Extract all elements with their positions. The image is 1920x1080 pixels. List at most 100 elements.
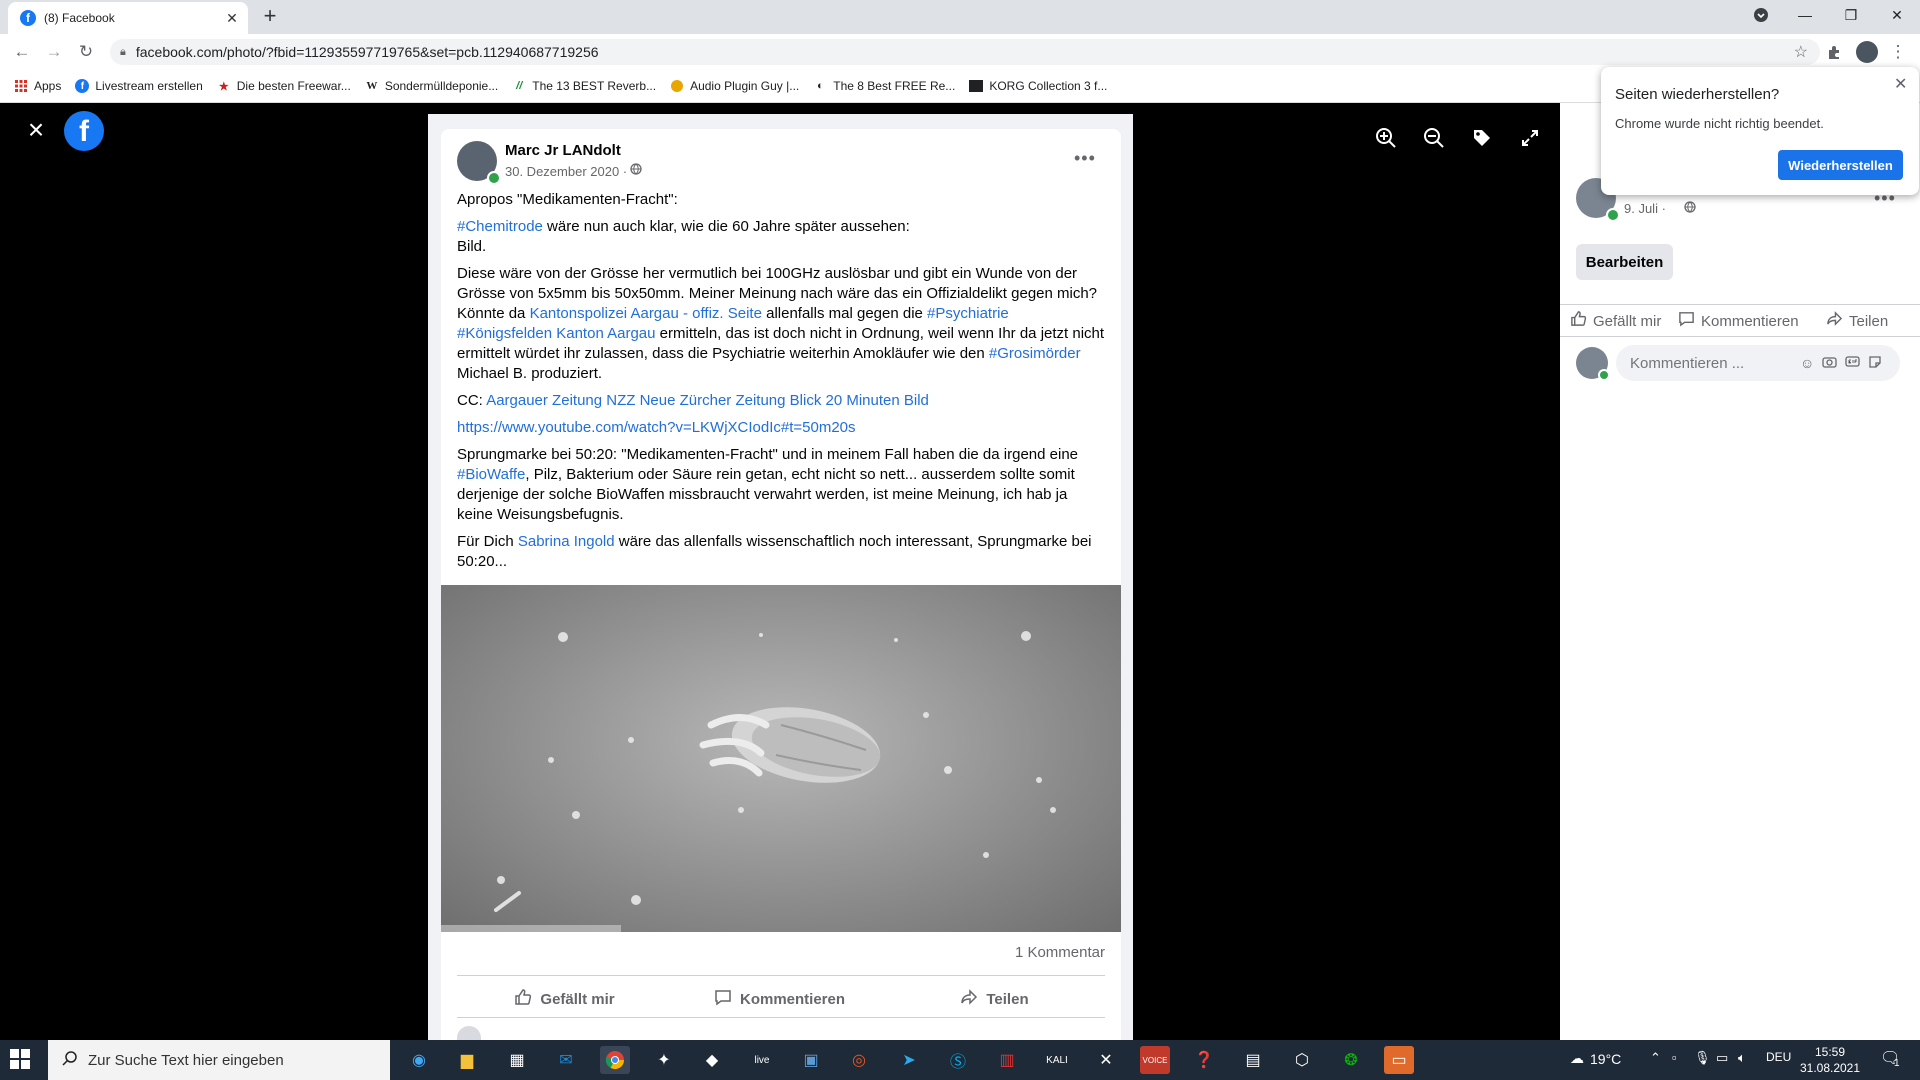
virtualbox-icon[interactable]: ⬡ [1287,1046,1317,1074]
comment-box[interactable]: ☺ [1616,345,1900,381]
bookmark-sondermuell[interactable]: W Sondermülldeponie... [365,79,498,93]
bookmark-freeware[interactable]: ★ Die besten Freewar... [217,79,351,93]
app-window-icon[interactable]: ▣ [796,1046,826,1074]
windows-start-icon[interactable] [10,1049,32,1071]
profile-avatar[interactable] [1856,41,1878,63]
comment-count[interactable]: 1 Kommentar [990,944,1105,961]
gif-icon[interactable] [1845,355,1860,371]
telegram-icon[interactable]: ➤ [894,1046,924,1074]
wechat-icon[interactable]: ❂ [1336,1046,1366,1074]
tray-app-icon[interactable]: ▫ [1672,1050,1677,1065]
side-post-date[interactable]: 9. Juli · [1624,201,1666,216]
bookmark-korg[interactable]: KORG Collection 3 f... [969,79,1107,93]
ubuntu-icon[interactable]: ◎ [844,1046,874,1074]
globe-icon[interactable] [630,163,642,178]
post-date[interactable]: 30. Dezember 2020 · [505,164,627,179]
live-icon[interactable]: live [747,1046,777,1074]
page-link[interactable]: Kantonspolizei Aargau - offiz. Seite [530,305,762,322]
hashtag-link[interactable]: #BioWaffe [457,466,525,483]
browser-tab[interactable]: f (8) Facebook ✕ [8,2,248,34]
forward-button[interactable]: → [42,40,66,64]
plugin-guy-icon [670,79,684,93]
help-chat-icon[interactable]: ❓ [1189,1046,1219,1074]
camera-icon[interactable] [1822,355,1837,371]
hashtag-link[interactable]: #Psychiatrie [927,305,1009,322]
tag-links[interactable]: Aargauer Zeitung NZZ Neue Zürcher Zeitun… [486,392,929,409]
inkscape-icon[interactable]: ◆ [697,1046,727,1074]
bookmark-audio-plugin-guy[interactable]: Audio Plugin Guy |... [670,79,799,93]
person-link[interactable]: Sabrina Ingold [518,533,615,550]
kali-icon[interactable]: KALI [1042,1046,1072,1074]
mail-icon[interactable]: ✉ [551,1046,581,1074]
like-button[interactable]: Gefällt mir [457,982,672,1016]
file-explorer-icon[interactable]: ▆ [452,1046,482,1074]
divider [457,975,1105,976]
share-button[interactable]: Teilen [887,982,1102,1016]
fullscreen-icon[interactable] [1518,126,1542,150]
close-window-button[interactable]: ✕ [1874,0,1920,30]
microphone-icon[interactable]: 🎙︎ [1694,1050,1711,1066]
restore-button[interactable]: Wiederherstellen [1778,150,1903,180]
zoom-out-icon[interactable] [1422,126,1446,150]
edit-button[interactable]: Bearbeiten [1576,244,1673,280]
edge-icon[interactable]: ◉ [404,1046,434,1074]
language-indicator[interactable]: DEU [1766,1050,1791,1064]
tab-close-icon[interactable]: ✕ [222,10,242,27]
post-paragraph: Sprungmarke bei 50:20: "Medikamenten-Fra… [457,445,1107,525]
lock-icon[interactable]: 🔒︎ [120,46,126,59]
hashtag-link[interactable]: #Grosimörder [989,345,1081,362]
new-tab-button[interactable]: + [258,4,282,28]
minimize-button[interactable]: — [1782,0,1828,30]
facebook-logo[interactable]: f [64,111,104,151]
post-photo[interactable] [441,585,1121,932]
hashtag-link[interactable]: #Königsfelden Kanton Aargau [457,325,656,342]
bookmark-apps[interactable]: Apps [14,79,61,93]
network-icon[interactable]: ▭ [1716,1050,1728,1066]
bookmark-best-free[interactable]: ◐ The 8 Best FREE Re... [813,79,955,93]
emoji-icon[interactable]: ☺ [1800,355,1814,371]
globe-icon[interactable] [1684,201,1696,216]
close-icon[interactable]: × [24,116,48,144]
calendar-app-icon[interactable]: ▥ [992,1046,1022,1074]
voice-meeter-icon[interactable]: VOICE [1140,1046,1170,1074]
address-bar[interactable]: 🔒︎ facebook.com/photo/?fbid=112935597719… [110,39,1820,65]
comment-input[interactable] [1628,353,1792,373]
store-icon[interactable]: ▦ [502,1046,532,1074]
clock[interactable]: 15:59 31.08.2021 [1798,1044,1862,1076]
url-text[interactable]: facebook.com/photo/?fbid=112935597719765… [136,44,599,60]
hashtag-link[interactable]: #Chemitrode [457,218,543,235]
youtube-link[interactable]: https://www.youtube.com/watch?v=LKWjXCIo… [457,419,856,436]
tab-search-icon[interactable] [1738,0,1784,30]
chevron-up-icon[interactable]: ⌃ [1650,1050,1661,1066]
skype-icon[interactable]: Ⓢ [943,1046,973,1074]
taskbar-search[interactable]: Zur Suche Text hier eingeben [48,1040,390,1080]
dialog-close-icon[interactable]: ✕ [1894,74,1907,94]
volume-icon[interactable]: 🔈︎ [1738,1050,1746,1066]
tools-icon[interactable]: ✕ [1091,1046,1121,1074]
bookmark-reverb[interactable]: // The 13 BEST Reverb... [512,79,656,93]
chrome-menu-icon[interactable]: ⋮ [1886,40,1910,64]
photo-app-icon[interactable]: ▤ [1238,1046,1268,1074]
more-options-icon[interactable]: ••• [1074,148,1096,169]
zoom-in-icon[interactable] [1374,126,1398,150]
post-paragraph: Diese wäre von der Grösse her vermutlich… [457,264,1107,384]
weather-widget[interactable]: ☁ 19°C [1570,1050,1621,1067]
restore-window-button[interactable]: ❐ [1828,0,1874,30]
search-placeholder[interactable]: Zur Suche Text hier eingeben [88,1052,284,1069]
game-icon[interactable]: ✦ [649,1046,679,1074]
reload-button[interactable]: ↻ [74,40,98,64]
side-share-button[interactable]: Teilen [1826,310,1888,332]
chrome-icon[interactable] [600,1046,630,1074]
side-comment-button[interactable]: Kommentieren [1678,310,1799,332]
post-author[interactable]: Marc Jr LANdolt [505,142,621,159]
comment-button[interactable]: Kommentieren [672,982,887,1016]
bookmark-livestream[interactable]: f Livestream erstellen [75,79,203,93]
extensions-icon[interactable] [1822,40,1846,64]
active-window-icon[interactable]: ▭ [1384,1046,1414,1074]
weather-temperature: 19°C [1590,1050,1622,1067]
tag-icon[interactable] [1470,126,1494,150]
back-button[interactable]: ← [10,40,34,64]
sticker-icon[interactable] [1868,355,1882,372]
side-like-button[interactable]: Gefällt mir [1570,310,1661,332]
bookmark-star-icon[interactable]: ☆ [1794,42,1808,62]
